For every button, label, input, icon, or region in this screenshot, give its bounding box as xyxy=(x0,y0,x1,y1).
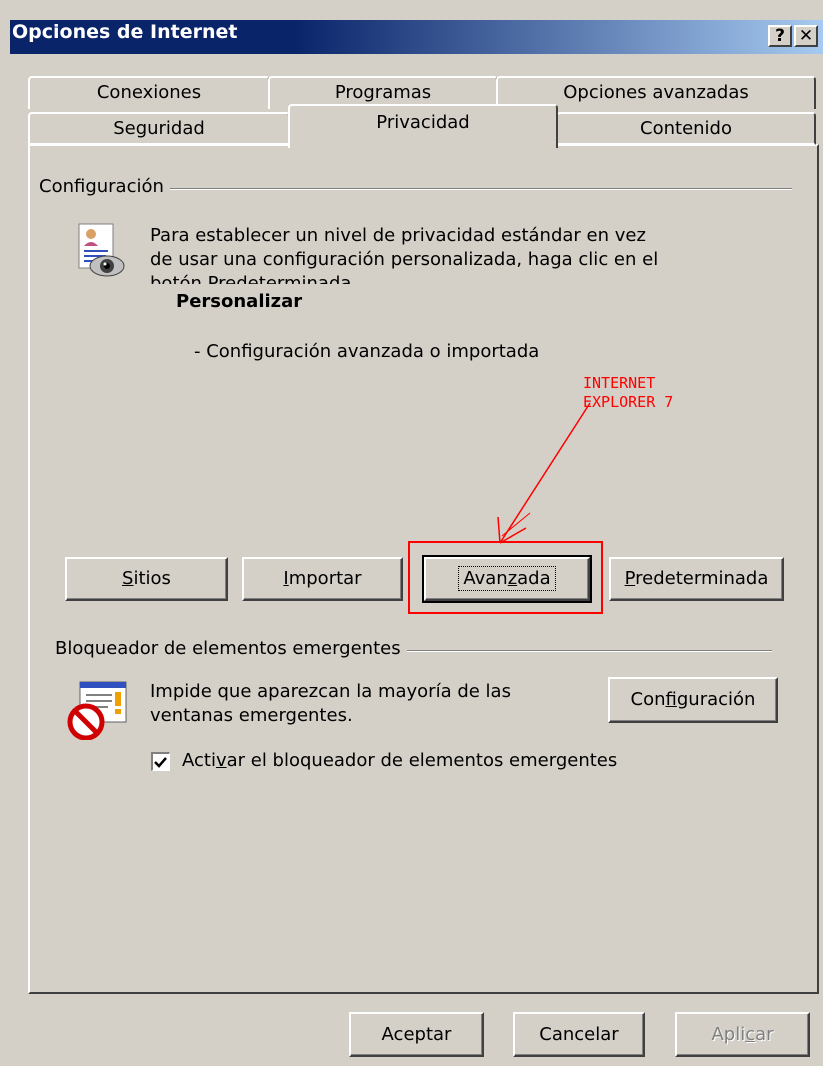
tab-label: Programas xyxy=(334,82,432,103)
config-accelerator: f xyxy=(665,689,677,710)
config-label-pre: Con xyxy=(630,689,666,710)
popup-description-line2: ventanas emergentes. xyxy=(150,705,353,726)
cancelar-button[interactable]: Cancelar xyxy=(513,1012,645,1057)
window-title: Opciones de Internet xyxy=(12,21,238,43)
popup-description-line1: Impide que aparezcan la mayoría de las xyxy=(150,681,511,702)
privacy-level-description: - Configuración avanzada o importada xyxy=(194,341,540,362)
tab-contenido[interactable]: Contenido xyxy=(556,112,816,145)
aplicar-button[interactable]: Aplicar xyxy=(675,1012,810,1057)
checkbox-label-post: ar el bloqueador de elementos emergentes xyxy=(226,750,618,771)
help-button[interactable]: ? xyxy=(768,25,792,47)
importar-label-post: mportar xyxy=(288,568,362,589)
config-description-line3-clip: botón Predeterminada. xyxy=(150,272,357,284)
predeterminada-button[interactable]: Predeterminada xyxy=(609,557,784,601)
sitios-label-post: itios xyxy=(133,568,171,589)
config-description-line1: Para establecer un nivel de privacidad e… xyxy=(150,225,646,246)
avanzada-label-post: ada xyxy=(517,568,551,589)
focus-rect: Avanzada xyxy=(458,566,556,591)
sitios-button[interactable]: Sitios xyxy=(65,557,228,601)
tab-label: Seguridad xyxy=(113,118,205,139)
importar-button[interactable]: Importar xyxy=(242,557,403,601)
checkbox-accelerator: v xyxy=(215,750,227,771)
close-button[interactable]: ✕ xyxy=(794,25,818,47)
close-icon: ✕ xyxy=(798,26,814,46)
help-icon: ? xyxy=(775,26,785,46)
tab-label: Privacidad xyxy=(376,112,470,133)
cancelar-label: Cancelar xyxy=(539,1024,619,1045)
tab-label: Contenido xyxy=(640,118,732,139)
popup-blocker-checkbox-label[interactable]: Activar el bloqueador de elementos emerg… xyxy=(182,749,617,773)
config-group-label: Configuración xyxy=(39,176,170,197)
tab-privacidad[interactable]: Privacidad xyxy=(288,104,558,148)
sitios-accelerator: S xyxy=(122,568,134,589)
checkmark-icon xyxy=(154,757,167,768)
privacy-eye-icon xyxy=(76,222,126,280)
avanzada-button[interactable]: Avanzada xyxy=(422,555,592,603)
aplicar-label-pre: Apli xyxy=(711,1024,746,1045)
avanzada-label-pre: Avan xyxy=(463,568,508,589)
aplicar-accelerator: c xyxy=(745,1024,756,1045)
popup-blocker-checkbox[interactable] xyxy=(151,752,170,771)
privacy-level-title: Personalizar xyxy=(176,291,303,312)
tab-seguridad[interactable]: Seguridad xyxy=(28,112,290,145)
popup-settings-button[interactable]: Configuración xyxy=(608,677,778,723)
aceptar-label: Aceptar xyxy=(381,1024,452,1045)
popup-group-label: Bloqueador de elementos emergentes xyxy=(55,638,407,659)
checkbox-label-pre: Acti xyxy=(182,750,216,771)
config-description-line3: botón Predeterminada. xyxy=(150,273,358,284)
avanzada-accelerator: z xyxy=(507,568,518,589)
predeterminada-accelerator: P xyxy=(624,568,636,589)
tab-label: Opciones avanzadas xyxy=(563,82,749,103)
popup-blocker-icon xyxy=(66,680,130,741)
annotation-line1: INTERNET xyxy=(583,374,656,392)
aplicar-label-post: ar xyxy=(755,1024,774,1045)
config-description-line2: de usar una configuración personalizada,… xyxy=(150,249,659,270)
tab-conexiones[interactable]: Conexiones xyxy=(28,76,270,109)
tab-label: Conexiones xyxy=(96,82,202,103)
aceptar-button[interactable]: Aceptar xyxy=(349,1012,484,1057)
config-label-post: iguración xyxy=(676,689,756,710)
predeterminada-label-post: redeterminada xyxy=(635,568,769,589)
